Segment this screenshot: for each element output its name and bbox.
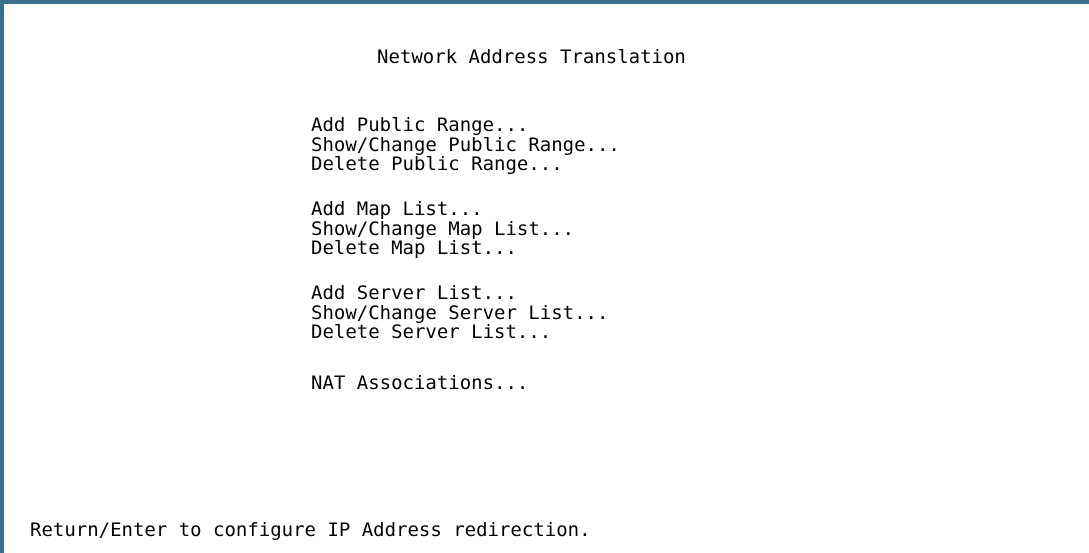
server-list-menu-group: Add Server List... Show/Change Server Li… [311, 283, 608, 343]
nat-associations-menu-group: NAT Associations... [311, 373, 528, 394]
menu-item-add-server-list[interactable]: Add Server List... [311, 283, 608, 304]
public-range-menu-group: Add Public Range... Show/Change Public R… [311, 115, 620, 175]
menu-item-delete-public-range[interactable]: Delete Public Range... [311, 154, 620, 175]
map-list-menu-group: Add Map List... Show/Change Map List... … [311, 199, 574, 259]
menu-item-delete-server-list[interactable]: Delete Server List... [311, 322, 608, 343]
menu-item-add-public-range[interactable]: Add Public Range... [311, 115, 620, 136]
terminal-screen: Network Address Translation Add Public R… [0, 0, 1089, 553]
screen-title: Network Address Translation [377, 46, 686, 68]
status-line: Return/Enter to configure IP Address red… [30, 519, 591, 541]
menu-item-nat-associations[interactable]: NAT Associations... [311, 373, 528, 394]
menu-item-add-map-list[interactable]: Add Map List... [311, 199, 574, 220]
menu-item-delete-map-list[interactable]: Delete Map List... [311, 238, 574, 259]
